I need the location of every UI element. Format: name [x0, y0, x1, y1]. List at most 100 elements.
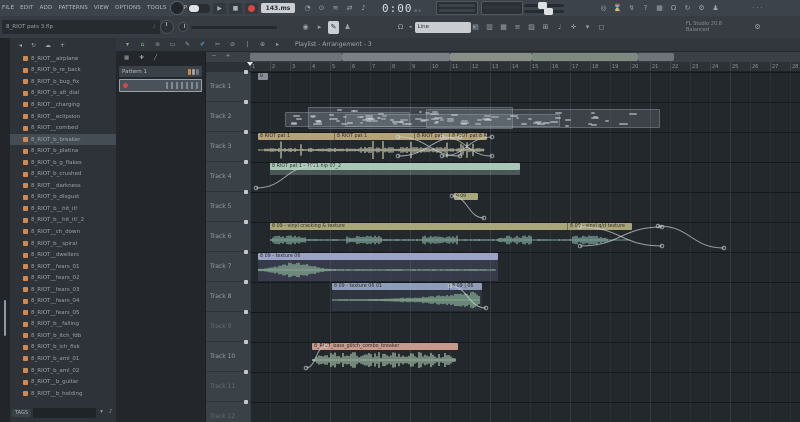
browser-file[interactable]: 8_RIOT_b_bug_fix — [10, 76, 116, 88]
browser-file[interactable]: 8_RIOT__fears_04 — [10, 295, 116, 307]
snap-prev-icon[interactable]: ◂ — [409, 24, 412, 30]
loop-record-icon[interactable]: ⇄ — [344, 2, 355, 15]
main-volume-knob[interactable] — [160, 20, 174, 34]
track-mute-dot[interactable] — [244, 340, 248, 344]
track-mute-dot[interactable] — [244, 130, 248, 134]
stop-button[interactable]: ■ — [229, 2, 242, 14]
pattern-clip[interactable]: 8 RIOT pat 1 - 2021 hip 07_2 — [270, 163, 520, 175]
track-header[interactable]: Track 5 — [206, 190, 250, 222]
clip-segment[interactable]: 8 09 - texture 06 — [258, 253, 498, 260]
menu-file[interactable]: FILE — [2, 5, 14, 11]
browser-file[interactable]: 8_RIOT__dwellers — [10, 249, 116, 261]
snap-selector[interactable]: Line — [414, 21, 471, 33]
browser-file[interactable]: 8_RIOT__eclipsion — [10, 111, 116, 123]
search-input[interactable] — [33, 407, 96, 418]
picker-line-icon[interactable]: ╱ — [154, 52, 157, 65]
edge-scrollbar[interactable] — [4, 300, 6, 336]
typing-keyboard-icon[interactable]: ▦ — [654, 2, 665, 15]
browser-file[interactable]: 8_RIOT_b_g_flakes — [10, 157, 116, 169]
add-icon[interactable]: + — [60, 39, 65, 52]
audio-clip[interactable]: 8 09 - texture 06 01 8 09 | 06 — [332, 283, 482, 312]
track-mute-dot[interactable] — [244, 310, 248, 314]
track-mute-dot[interactable] — [244, 100, 248, 104]
blank-icon[interactable]: ◻ — [596, 21, 607, 34]
preview-icon[interactable]: ▸ — [272, 39, 283, 50]
menu-tools[interactable]: TOOLS — [147, 5, 167, 11]
browser-file[interactable]: 8_RIOT__fears_01 — [10, 261, 116, 273]
track-mute-dot[interactable] — [244, 280, 248, 284]
browser-file[interactable]: 8_RIOT__ch_down — [10, 226, 116, 238]
wait-input-icon[interactable]: ⊙ — [316, 2, 327, 15]
browser-file[interactable]: 8_RIOT__b_guitar — [10, 376, 116, 388]
refresh-icon[interactable]: ↻ — [31, 39, 36, 52]
chevron-down-icon[interactable]: ▾ — [98, 406, 105, 419]
track-header[interactable]: Track 4 — [206, 160, 250, 192]
scrollbar-segment[interactable] — [532, 53, 638, 61]
playhead-marker[interactable] — [247, 62, 253, 66]
timeline-ruler[interactable]: 1 2 3 4 5 6 7 8 9 10 11 12 13 14 15 16 17 18 19 20 21 22 23 24 2… — [250, 62, 800, 72]
track-mute-dot[interactable] — [244, 190, 248, 194]
browser-file[interactable]: 8_RIOT_b_crushed — [10, 168, 116, 180]
midi-activity-icon[interactable]: ↯ — [626, 2, 637, 15]
zoom-out-icon[interactable]: − — [210, 50, 218, 63]
picker-add-icon[interactable]: ✚ — [139, 52, 144, 65]
picker-grid-icon[interactable]: ▦ — [124, 52, 129, 65]
cut-icon[interactable]: ✂ — [212, 39, 223, 50]
brush-icon[interactable]: ✐ — [197, 39, 208, 50]
multilink-icon[interactable]: Ω — [668, 2, 679, 15]
browser-file[interactable]: 8_RIOT__combed — [10, 122, 116, 134]
mini-clip[interactable]: 8 09 — [454, 193, 478, 200]
playlist-scrollbar[interactable]: − + — [206, 52, 800, 62]
browser-file[interactable]: 8_RIOT_b__hit_it! — [10, 203, 116, 215]
track-header[interactable]: Track 10 — [206, 340, 250, 372]
master-volume-slider[interactable] — [524, 7, 564, 15]
browser-file[interactable]: 8_RIOT_b_itch_fdb — [10, 330, 116, 342]
clip-segment[interactable]: 8 RIOT pat — [415, 133, 450, 140]
note-icon[interactable]: ♪ — [107, 406, 114, 419]
browser-file[interactable]: 8_RIOT_b__hit_it!_2 — [10, 215, 116, 227]
fl-logo-knob[interactable] — [170, 1, 184, 15]
tempo-display[interactable]: 143.ms — [261, 3, 295, 13]
time-display[interactable]: 0:00 ms — [382, 2, 422, 15]
overdub-icon[interactable]: ◉ — [300, 21, 311, 34]
browser-file[interactable]: 8_RIOT_b_ich_fisk — [10, 342, 116, 354]
slip-icon[interactable]: ≋ — [152, 39, 163, 50]
user-icon[interactable]: ♟ — [710, 2, 721, 15]
track-mute-dot[interactable] — [244, 70, 248, 74]
scrollbar-segment[interactable] — [342, 53, 450, 61]
shuffle-slider[interactable] — [191, 25, 277, 29]
slice-icon[interactable]: | — [242, 39, 253, 50]
browser-file[interactable]: 8_RIOT__fears_05 — [10, 307, 116, 319]
browser-file[interactable]: 8_RIOT__fears_02 — [10, 272, 116, 284]
pat-song-toggle[interactable] — [188, 3, 210, 13]
browser-file[interactable]: 8_RIOT_b__falling — [10, 319, 116, 331]
track-header[interactable]: Track 1 — [206, 70, 250, 102]
scrollbar-segment[interactable] — [250, 53, 342, 61]
browser-file[interactable]: 8_RIOT_b__spiral — [10, 238, 116, 250]
clip-segment[interactable]: 8 RIOT pat 8 RIOT_M — [450, 133, 487, 140]
master-pitch-slider[interactable] — [524, 1, 564, 9]
track-header[interactable]: Track 12 — [206, 400, 250, 422]
browser-file[interactable]: 8_RIOT__darkness — [10, 180, 116, 192]
clip-segment[interactable]: 8 09 - texture 06 01 — [332, 283, 450, 290]
home-icon[interactable]: ⌂ — [137, 39, 148, 50]
menu-edit[interactable]: EDIT — [20, 5, 34, 11]
track-mute-dot[interactable] — [244, 370, 248, 374]
step-edit-icon[interactable]: ♪ — [358, 2, 369, 15]
mini-clip[interactable]: B — [258, 73, 268, 80]
marker-icon[interactable]: ▾ — [582, 21, 593, 34]
browser-file[interactable]: 8_RIOT_b_alt_dial — [10, 88, 116, 100]
track-header[interactable]: Track 6 — [206, 220, 250, 252]
browser-file[interactable]: 8_RIOT__charging — [10, 99, 116, 111]
clip-segment[interactable]: 8 RIOT pat 1 — [258, 133, 335, 140]
tempo-tap-icon[interactable]: ♩ — [554, 21, 565, 34]
magnet-icon[interactable]: Ω — [395, 21, 406, 34]
touch-icon[interactable]: ✛ — [568, 21, 579, 34]
pencil-icon[interactable]: ✎ — [182, 39, 193, 50]
channel-rack-icon[interactable]: ▦ — [498, 21, 509, 34]
browser-file[interactable]: 8_RIOT_b_re_back — [10, 65, 116, 77]
clip-segment[interactable]: 8 09 - vinyl q/d texture — [568, 223, 632, 230]
track-header[interactable]: Track 7 — [206, 250, 250, 282]
browser-file[interactable]: 8_RIOT__fears_03 — [10, 284, 116, 296]
track-header[interactable]: Track 11 — [206, 370, 250, 402]
